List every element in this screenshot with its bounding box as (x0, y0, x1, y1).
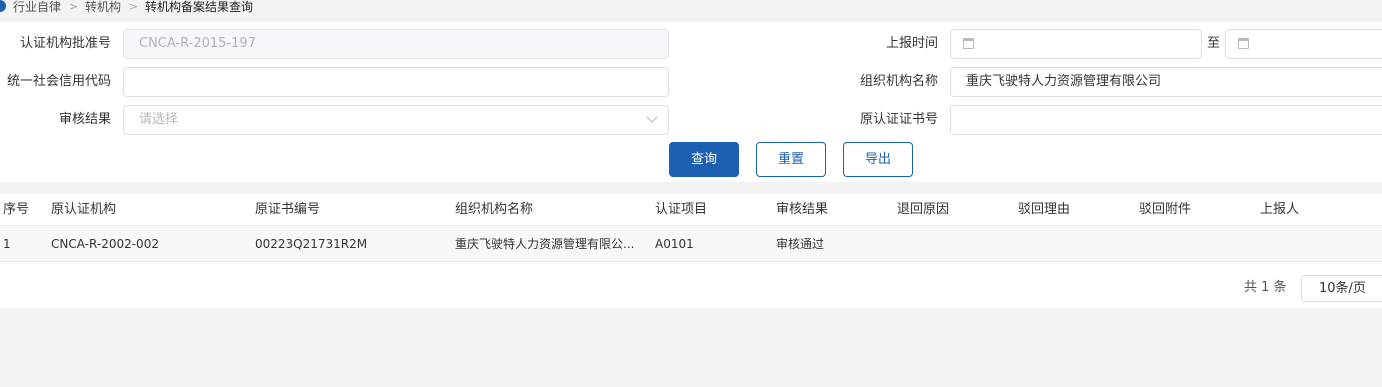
column-header: 认证项目 (655, 202, 708, 217)
org-name-input[interactable]: 重庆飞驶特人力资源管理有限公司 (950, 67, 1382, 97)
review-result-placeholder: 请选择 (139, 112, 179, 127)
query-button[interactable]: 查询 (669, 142, 739, 177)
credit-code-label: 统一社会信用代码 (6, 74, 111, 89)
table-header: 序号 原认证机构 原证书编号 组织机构名称 认证项目 审核结果 退回原因 驳回理… (0, 194, 1382, 226)
breadcrumb-item-transfer[interactable]: 转机构 (85, 0, 121, 14)
column-header: 驳回理由 (1018, 202, 1071, 217)
approval-no-input: CNCA-R-2015-197 (123, 29, 669, 59)
report-time-label: 上报时间 (885, 36, 938, 51)
column-header: 审核结果 (776, 202, 829, 217)
column-header: 驳回附件 (1139, 202, 1192, 217)
report-time-start-input[interactable] (950, 29, 1202, 59)
cell-index: 1 (3, 237, 11, 251)
export-button[interactable]: 导出 (843, 142, 913, 177)
review-result-label: 审核结果 (58, 112, 111, 127)
review-result-select[interactable]: 请选择 (123, 105, 669, 135)
column-header: 序号 (3, 202, 30, 217)
report-time-end-input[interactable] (1225, 29, 1382, 59)
date-range-separator: 至 (1207, 36, 1221, 51)
credit-code-input[interactable] (123, 67, 669, 97)
chevron-right-icon: > (69, 0, 79, 13)
cell-orig-org: CNCA-R-2002-002 (51, 237, 159, 251)
column-header: 原证书编号 (255, 202, 321, 217)
chevron-right-icon: > (129, 0, 139, 13)
breadcrumb-item-current: 转机构备案结果查询 (145, 0, 254, 14)
reset-button[interactable]: 重置 (756, 142, 826, 177)
search-form: 认证机构批准号 CNCA-R-2015-197 上报时间 至 统一社会信用代码 … (0, 22, 1382, 182)
pagination-total: 共 1 条 (1244, 280, 1287, 295)
table-row[interactable]: 1 CNCA-R-2002-002 00223Q21731R2M 重庆飞驶特人力… (0, 226, 1382, 262)
column-header: 上报人 (1260, 202, 1300, 217)
cell-cert-no: 00223Q21731R2M (255, 237, 368, 251)
column-header: 组织机构名称 (455, 202, 534, 217)
orig-cert-no-input[interactable] (950, 105, 1382, 135)
column-header: 退回原因 (897, 202, 950, 217)
cell-result: 审核通过 (776, 237, 825, 251)
breadcrumb-item-industry[interactable]: 行业自律 (13, 0, 61, 14)
chevron-down-icon (646, 111, 658, 123)
column-header: 原认证机构 (51, 202, 117, 217)
breadcrumb-marker-icon (0, 0, 6, 12)
breadcrumb: 行业自律 > 转机构 > 转机构备案结果查询 (0, 0, 1382, 16)
calendar-icon (1238, 38, 1249, 49)
approval-no-label: 认证机构批准号 (19, 36, 111, 51)
orig-cert-no-label: 原认证证书号 (859, 112, 938, 127)
results-table: 序号 原认证机构 原证书编号 组织机构名称 认证项目 审核结果 退回原因 驳回理… (0, 194, 1382, 308)
org-name-label: 组织机构名称 (859, 74, 938, 89)
cell-org-name: 重庆飞驶特人力资源管理有限公... (455, 237, 635, 251)
cell-project: A0101 (655, 237, 694, 251)
page-size-select[interactable]: 10条/页 (1301, 275, 1382, 302)
calendar-icon (963, 38, 974, 49)
